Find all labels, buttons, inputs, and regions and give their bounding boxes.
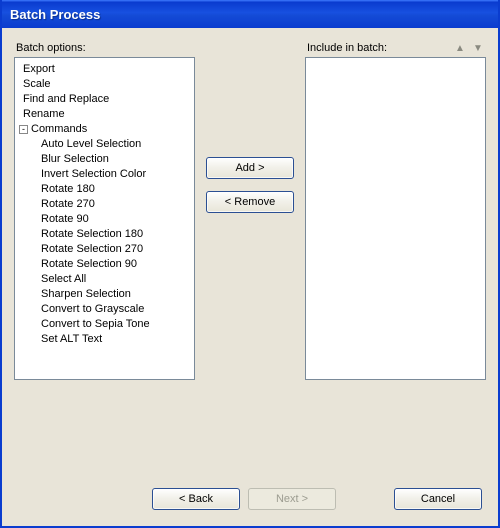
spacer	[14, 380, 486, 488]
batch-option-item[interactable]: Find and Replace	[19, 92, 190, 107]
batch-options-column: Batch options: ExportScaleFind and Repla…	[14, 42, 195, 380]
batch-options-label: Batch options:	[16, 42, 195, 54]
batch-option-item[interactable]: Scale	[19, 77, 190, 92]
transfer-buttons-column: Add > < Remove	[195, 42, 305, 380]
batch-option-item[interactable]: Export	[19, 62, 190, 77]
command-item[interactable]: Blur Selection	[37, 152, 190, 167]
command-item[interactable]: Invert Selection Color	[37, 167, 190, 182]
batch-option-item[interactable]: Rename	[19, 107, 190, 122]
back-button[interactable]: < Back	[152, 488, 240, 510]
command-item[interactable]: Convert to Sepia Tone	[37, 317, 190, 332]
main-row: Batch options: ExportScaleFind and Repla…	[14, 42, 486, 380]
command-item[interactable]: Set ALT Text	[37, 332, 190, 347]
command-item[interactable]: Rotate Selection 180	[37, 227, 190, 242]
command-item[interactable]: Rotate 90	[37, 212, 190, 227]
next-button: Next >	[248, 488, 336, 510]
command-item[interactable]: Auto Level Selection	[37, 137, 190, 152]
window-title: Batch Process	[10, 7, 100, 22]
include-in-batch-label: Include in batch:	[307, 42, 387, 54]
move-down-icon[interactable]: ▼	[472, 43, 484, 53]
command-item[interactable]: Rotate 270	[37, 197, 190, 212]
tree-collapse-icon[interactable]: -	[19, 125, 28, 134]
commands-children: Auto Level SelectionBlur SelectionInvert…	[19, 137, 190, 347]
commands-label: Commands	[31, 123, 87, 135]
command-item[interactable]: Sharpen Selection	[37, 287, 190, 302]
command-item[interactable]: Rotate Selection 270	[37, 242, 190, 257]
wizard-footer: < Back Next > Cancel	[14, 488, 486, 514]
move-up-icon[interactable]: ▲	[454, 43, 466, 53]
remove-button[interactable]: < Remove	[206, 191, 294, 213]
command-item[interactable]: Convert to Grayscale	[37, 302, 190, 317]
titlebar[interactable]: Batch Process	[2, 0, 498, 28]
command-item[interactable]: Rotate 180	[37, 182, 190, 197]
batch-process-window: Batch Process Batch options: ExportScale…	[0, 0, 500, 528]
reorder-controls: ▲ ▼	[454, 43, 484, 53]
window-body: Batch options: ExportScaleFind and Repla…	[2, 28, 498, 526]
add-button[interactable]: Add >	[206, 157, 294, 179]
batch-options-list[interactable]: ExportScaleFind and ReplaceRename-Comman…	[14, 57, 195, 380]
include-in-batch-column: Include in batch: ▲ ▼	[305, 42, 486, 380]
include-in-batch-list[interactable]	[305, 57, 486, 380]
command-item[interactable]: Select All	[37, 272, 190, 287]
cancel-button[interactable]: Cancel	[394, 488, 482, 510]
command-item[interactable]: Rotate Selection 90	[37, 257, 190, 272]
batch-option-commands[interactable]: -Commands Auto Level SelectionBlur Select…	[19, 122, 190, 347]
